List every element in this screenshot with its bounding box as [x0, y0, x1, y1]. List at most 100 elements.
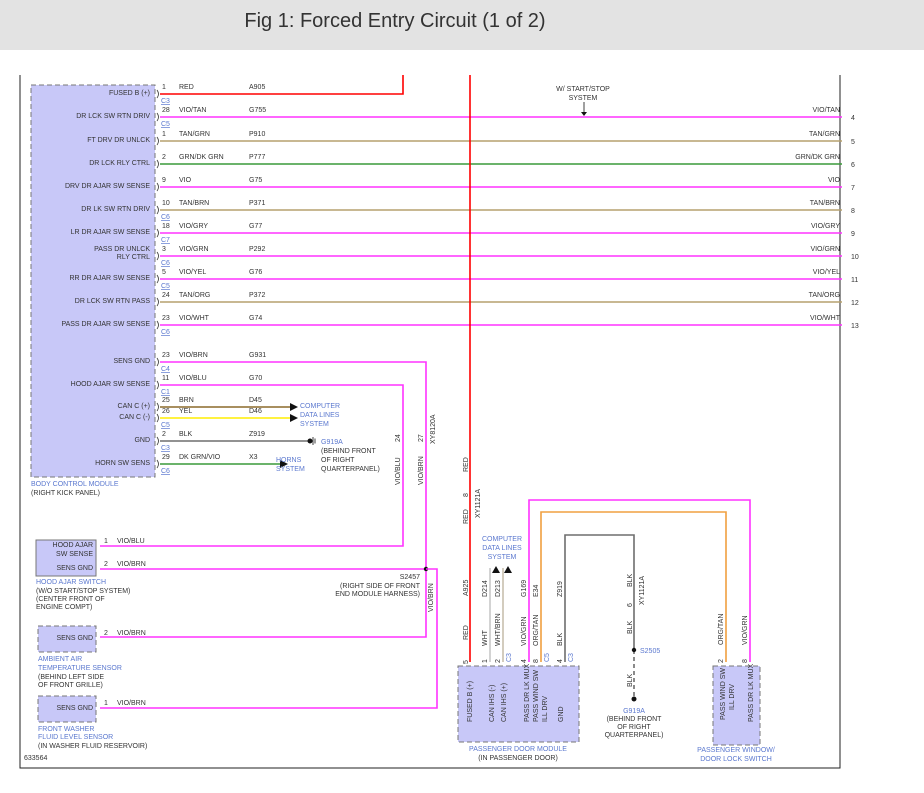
passenger-door-module: [457, 665, 580, 743]
label: RLY CTRL: [117, 254, 150, 261]
pin-number: 24: [162, 292, 170, 299]
label: 24: [395, 434, 402, 442]
connector-icon: [156, 274, 159, 284]
label: SYSTEM: [300, 421, 329, 428]
pin-label: PASS DR LK MUX: [524, 663, 531, 722]
pin-number: 18: [162, 223, 170, 230]
pin-label: GND: [558, 706, 565, 722]
pin-number: 10: [162, 200, 170, 207]
pin-label: PASS DR AJAR SW SENSE: [61, 321, 150, 328]
label: G919A: [623, 708, 645, 715]
wire-color: VIO/BLU: [179, 375, 207, 382]
wire-color: GRN/DK GRN: [795, 154, 840, 161]
circuit-id: P292: [249, 246, 265, 253]
label: 1: [104, 700, 108, 707]
label: SYSTEM: [569, 95, 598, 102]
connector-icon: [156, 380, 159, 390]
label: ENGINE COMPT): [36, 604, 92, 611]
connector-id: C5: [161, 422, 170, 429]
label: PASS DR UNLCK: [94, 246, 150, 253]
connector-icon: [156, 112, 159, 122]
label: C5: [544, 653, 551, 662]
pin-label: CAN C (+): [118, 403, 150, 410]
circuit-id: P372: [249, 292, 265, 299]
wire-color: VIO/BRN: [179, 352, 208, 359]
label: (IN WASHER FLUID RESERVOIR): [38, 743, 147, 750]
wire-color: VIO/WHT: [179, 315, 210, 322]
pin-label: FUSED B (+): [467, 681, 474, 722]
label: (W/O START/STOP SYSTEM): [36, 588, 130, 595]
ground-label: QUARTERPANEL): [321, 466, 380, 473]
circuit-id: P371: [249, 200, 265, 207]
pin-number: 1: [162, 84, 166, 91]
label: DATA LINES: [482, 545, 522, 552]
pin-number: 9: [162, 177, 166, 184]
label: WHT: [482, 629, 489, 646]
wire-color: TAN/BRN: [179, 200, 209, 207]
label: (BEHIND LEFT SIDE: [38, 674, 104, 681]
label: 4: [557, 659, 564, 663]
pin-number: 23: [162, 315, 170, 322]
label: 4: [521, 659, 528, 663]
label: OF FRONT GRILLE): [38, 682, 103, 689]
pin-number: 8: [851, 208, 855, 215]
label: 2: [718, 659, 725, 663]
connector-icon: [156, 251, 159, 261]
module-name: BODY CONTROL MODULE: [31, 481, 119, 488]
wire-color: TAN/GRN: [179, 131, 210, 138]
arrow-icon: [290, 403, 298, 411]
connector-id: C5: [161, 121, 170, 128]
pin-number: 10: [851, 254, 859, 261]
pin-number: 3: [162, 246, 166, 253]
label: VIO/GRN: [521, 616, 528, 646]
pin-label: HORN SW SENS: [95, 460, 150, 467]
label: 8: [742, 659, 749, 663]
label: G169: [521, 580, 528, 597]
pin-number: 11: [162, 375, 169, 382]
wire-color: BRN: [179, 397, 194, 404]
wire-color: VIO: [179, 177, 192, 184]
label: 6: [627, 603, 634, 607]
pin-number: 4: [851, 115, 855, 122]
ground-icon: [312, 437, 316, 445]
pin-label: DR LCK RLY CTRL: [89, 160, 150, 167]
pin-label: PASS WIND SW: [533, 670, 540, 722]
label: A925: [463, 580, 470, 596]
label: XY1121A: [639, 576, 646, 605]
connector-icon: [156, 402, 159, 412]
label: PASS DR LK MUX: [748, 663, 755, 722]
label: 1: [482, 659, 489, 663]
label: 27: [418, 434, 425, 442]
label: E34: [533, 584, 540, 597]
circuit-id: G70: [249, 375, 262, 382]
pin-label: LR DR AJAR SW SENSE: [71, 229, 151, 236]
label: BLK: [627, 673, 634, 687]
label: SW SENSE: [56, 551, 93, 558]
label: 8: [463, 493, 470, 497]
label: WHT/BRN: [495, 613, 502, 646]
wire-z919-pdm: [564, 534, 635, 662]
circuit-id: Z919: [249, 431, 265, 438]
circuit-id: D45: [249, 397, 262, 404]
wire-color: BLK: [179, 431, 193, 438]
wire-color: VIO/TAN: [813, 107, 840, 114]
label: RED: [463, 509, 470, 524]
wire-color: TAN/ORG: [179, 292, 210, 299]
label: DATA LINES: [300, 412, 340, 419]
connector-icon: [156, 228, 159, 238]
circuit-id: G931: [249, 352, 266, 359]
connector-id: C6: [161, 468, 170, 475]
label: BLK: [627, 620, 634, 634]
connector-icon: [156, 320, 159, 330]
connector-icon: [156, 413, 159, 423]
connector-id: C6: [161, 214, 170, 221]
label: 1: [104, 538, 108, 545]
pin-label: HOOD AJAR SW SENSE: [71, 381, 151, 388]
pin-number: 12: [851, 300, 859, 307]
connector-id: C6: [161, 329, 170, 336]
connector-icon: [156, 159, 159, 169]
label: C3: [506, 653, 513, 662]
wiring-diagram: FUSED B (+) 1 RED A905 C3 DR LCK SW RTN DRIV 2…: [19, 75, 859, 769]
label: VIO/BRN: [117, 561, 146, 568]
label: COMPUTER: [300, 403, 340, 410]
